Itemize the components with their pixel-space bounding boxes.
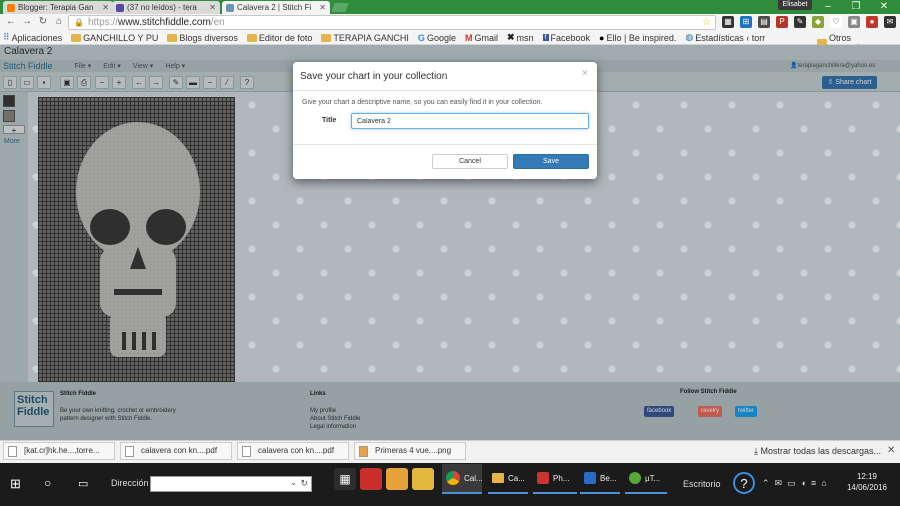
lock-icon: 🔒 (74, 18, 84, 27)
close-icon[interactable]: ✕ (319, 3, 326, 12)
bookmarks-bar: ⠿ Aplicaciones GANCHILLO Y PU Blogs diver… (0, 31, 900, 45)
title-label: Title (322, 117, 337, 124)
bookmark-google[interactable]: G Google (418, 33, 456, 43)
image-file-icon (359, 446, 368, 457)
window-close-icon[interactable]: ✕ (870, 0, 898, 14)
facebook-icon: f (542, 34, 549, 41)
star-icon[interactable]: ☆ (702, 17, 711, 28)
tab-stitchfiddle[interactable]: Calavera 2 | Stitch Fi ✕ (222, 1, 330, 14)
extension-icon[interactable]: ⊞ (740, 16, 752, 28)
bookmark-folder[interactable]: TERAPIA GANCHI (321, 33, 409, 43)
extension-icon[interactable]: ▣ (848, 16, 860, 28)
chrome-icon (446, 471, 460, 485)
download-item[interactable]: calavera con kn....pdf (237, 442, 349, 460)
download-item[interactable]: [kat.cr]hk.he....torre... (3, 442, 115, 460)
bookmark-folder[interactable]: GANCHILLO Y PU (71, 33, 158, 43)
dialog-help-text: Give your chart a descriptive name, so y… (302, 99, 543, 106)
download-item[interactable]: calavera con kn....pdf (120, 442, 232, 460)
tray-icons[interactable]: ⌃✉▭◖≡⌂ (762, 478, 832, 489)
photo-icon (537, 472, 549, 484)
taskbar-app-utorrent[interactable]: µT... (625, 464, 667, 494)
mail-icon (116, 3, 124, 12)
extension-icon[interactable]: ✉ (884, 16, 896, 28)
tab-mail[interactable]: (37 no leídos) - tera ✕ (112, 1, 220, 14)
app-icon[interactable] (386, 468, 408, 490)
address-input[interactable]: ⌄ ↻ (150, 476, 312, 492)
address-bar[interactable]: 🔒 https://www.stitchfiddle.com/en ☆ (68, 15, 716, 30)
cancel-button[interactable]: Cancel (432, 154, 508, 169)
dialog-divider (293, 90, 597, 91)
extension-icon[interactable]: ● (866, 16, 878, 28)
app-icon[interactable] (360, 468, 382, 490)
pinterest-icon[interactable]: P (776, 16, 788, 28)
maximize-icon[interactable]: ❐ (842, 0, 870, 14)
bookmark-ello[interactable]: ● Ello | Be inspired. (599, 33, 676, 43)
close-icon[interactable]: × (582, 68, 588, 79)
extension-icon[interactable]: ▦ (722, 16, 734, 28)
reload-icon[interactable]: ↻ (37, 16, 49, 28)
folder-icon (246, 33, 257, 42)
task-view-icon[interactable]: ▭ (78, 477, 88, 490)
folder-icon (167, 33, 178, 42)
msn-icon: ✖ (506, 32, 515, 42)
tab-blogger[interactable]: Blogger: Terapia Gan ✕ (3, 1, 113, 14)
bookmark-msn[interactable]: ✖ msn (507, 32, 534, 43)
refresh-icon: ↻ (300, 478, 308, 488)
search-icon[interactable]: ○ (44, 476, 51, 490)
close-icon[interactable]: ✕ (209, 3, 216, 12)
bookmark-folder[interactable]: Blogs diversos (167, 33, 238, 43)
show-all-downloads-link[interactable]: ⤓ Mostrar todas las descargas... (754, 446, 881, 457)
dialog-title: Save your chart in your collection (300, 71, 448, 82)
heart-icon[interactable]: ♡ (830, 16, 842, 28)
taskbar-app-explorer[interactable]: Ca... (488, 464, 528, 494)
bookmark-folder[interactable]: Editor de foto (246, 33, 312, 43)
file-icon (8, 446, 17, 457)
folder-icon (492, 473, 504, 483)
blogger-icon (7, 3, 15, 12)
google-icon: G (417, 32, 425, 43)
wordpress-icon: ◍ (685, 32, 694, 42)
desktop-toolbar[interactable]: Escritorio (683, 479, 721, 489)
folder-icon (71, 33, 82, 42)
folder-icon (321, 33, 332, 42)
extensions: ▦ ⊞ ▤ P ✎ ◆ ♡ ▣ ● ✉ ≡ (722, 16, 900, 28)
close-icon[interactable]: ✕ (102, 3, 109, 12)
extension-icon[interactable]: ✎ (794, 16, 806, 28)
taskbar-app-chrome[interactable]: Cal... (442, 464, 483, 494)
clock[interactable]: 12:19 14/06/2016 (842, 471, 892, 493)
extension-icon[interactable]: ◆ (812, 16, 824, 28)
home-icon[interactable]: ⌂ (53, 16, 65, 28)
download-item[interactable]: Primeras 4 vue....png (354, 442, 466, 460)
forward-icon[interactable]: → (21, 16, 33, 28)
address-label: Dirección (111, 478, 149, 488)
folder-icon[interactable] (412, 468, 434, 490)
windows-start-icon[interactable]: ⊞ (10, 477, 24, 491)
help-icon[interactable]: ? (733, 472, 755, 494)
taskbar-app-photo[interactable]: Ph... (533, 464, 577, 494)
bookmark-facebook[interactable]: f Facebook (542, 33, 590, 43)
app-icon (584, 472, 596, 484)
stitchfiddle-icon (226, 3, 234, 12)
extension-icon[interactable]: ▤ (758, 16, 770, 28)
store-icon[interactable]: ▦ (334, 468, 356, 490)
minimize-icon[interactable]: – (814, 0, 842, 14)
bookmark-gmail[interactable]: M Gmail (465, 33, 498, 43)
back-icon[interactable]: ← (5, 16, 17, 28)
bookmark-stats[interactable]: ◍ Estadísticas ‹ torr (685, 32, 765, 43)
apps-icon: ⠿ (3, 32, 10, 42)
taskbar-app-be[interactable]: Be... (580, 464, 620, 494)
gmail-icon: M (464, 32, 473, 43)
save-button[interactable]: Save (513, 154, 589, 169)
pdf-icon (125, 446, 134, 457)
ello-icon: ● (599, 32, 605, 43)
title-input[interactable] (351, 113, 589, 129)
chevron-down-icon: ⌄ (290, 478, 297, 487)
bookmark-apps[interactable]: ⠿ Aplicaciones (3, 32, 62, 43)
close-icon[interactable]: ✕ (887, 445, 895, 456)
profile-button[interactable]: Elisabet (778, 0, 812, 10)
pdf-icon (242, 446, 251, 457)
utorrent-icon (629, 472, 641, 484)
dialog-divider (293, 144, 597, 145)
